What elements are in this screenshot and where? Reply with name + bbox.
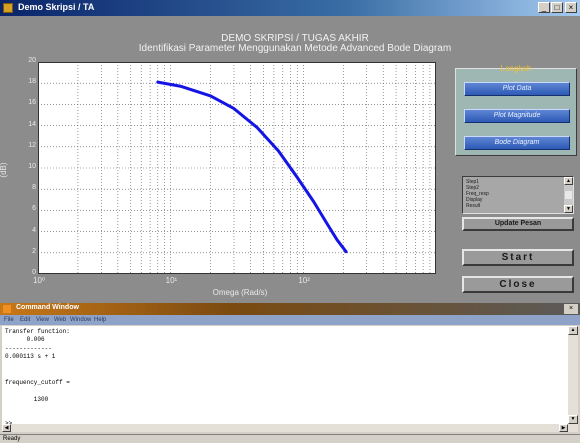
x-tick-label: 10² xyxy=(298,276,310,285)
matlab-figure-icon xyxy=(3,3,13,13)
tasks-panel-title: Langkah xyxy=(500,64,532,73)
close-window-button[interactable]: × xyxy=(565,2,577,13)
x-axis-label: Omega (Rad/s) xyxy=(212,288,268,297)
bode-plot-area[interactable] xyxy=(37,61,436,275)
maximize-button[interactable]: □ xyxy=(551,2,563,13)
steps-listbox[interactable]: Step1 Step2 Freq_resp Display Result ▲ ▼ xyxy=(462,176,574,214)
figure-window: Demo Skripsi / TA _ □ × DEMO SKRIPSI / T… xyxy=(0,0,580,303)
command-vscrollbar[interactable]: ▲ ▼ xyxy=(568,326,578,432)
command-close-button[interactable]: × xyxy=(564,304,578,314)
scroll-down-icon[interactable]: ▼ xyxy=(568,415,578,424)
command-line: ------------- xyxy=(5,345,52,352)
y-tick-label: 16 xyxy=(28,99,36,107)
y-tick-label: 14 xyxy=(28,120,36,128)
menu-file[interactable]: File xyxy=(4,315,14,325)
scroll-right-icon[interactable]: ▶ xyxy=(559,424,568,432)
minimize-button[interactable]: _ xyxy=(538,2,550,13)
scroll-down-icon[interactable]: ▼ xyxy=(564,205,573,213)
command-hscrollbar[interactable]: ◀ ▶ xyxy=(2,424,568,432)
command-window: Command Window × File Edit View Web Wind… xyxy=(0,303,580,443)
close-button[interactable]: Close xyxy=(462,276,574,293)
y-tick-label: 12 xyxy=(28,141,36,149)
y-axis-label: Magnitude (dB) xyxy=(0,162,8,178)
menu-window[interactable]: Window xyxy=(70,315,91,325)
x-tick-label: 10¹ xyxy=(165,276,178,285)
list-item[interactable]: Result xyxy=(466,203,480,209)
command-line: Transfer function: xyxy=(5,328,70,335)
update-message-button[interactable]: Update Pesan xyxy=(462,217,574,231)
matlab-icon xyxy=(3,305,11,313)
menu-view[interactable]: View xyxy=(36,315,49,325)
command-line: 0.000113 s + 1 xyxy=(5,353,56,360)
bode-diagram-button[interactable]: Bode Diagram xyxy=(464,136,570,150)
command-window-title: Command Window xyxy=(16,304,79,311)
menu-web[interactable]: Web xyxy=(54,315,66,325)
scroll-left-icon[interactable]: ◀ xyxy=(2,424,11,432)
y-tick-label: 20 xyxy=(28,57,36,64)
scroll-thumb[interactable] xyxy=(565,191,572,199)
x-tick-label: 10⁰ xyxy=(33,276,46,285)
menu-help[interactable]: Help xyxy=(94,315,106,325)
window-title: Demo Skripsi / TA xyxy=(18,2,95,12)
magnitude-curve xyxy=(156,80,348,254)
y-tick-label: 6 xyxy=(32,205,36,213)
bode-plot-svg xyxy=(37,61,436,275)
start-button[interactable]: Start xyxy=(462,249,574,266)
scroll-up-icon[interactable]: ▲ xyxy=(564,177,573,185)
scroll-up-icon[interactable]: ▲ xyxy=(568,326,578,335)
window-titlebar[interactable]: Demo Skripsi / TA _ □ × xyxy=(0,0,580,16)
command-line: 0.006 xyxy=(5,336,45,343)
command-output[interactable]: Transfer function: 0.006 ------------- 0… xyxy=(2,326,568,432)
y-tick-label: 4 xyxy=(32,226,36,234)
y-tick-label: 2 xyxy=(32,247,36,255)
plot-magnitude-button[interactable]: Plot Magnitude xyxy=(464,109,570,123)
plot-data-button[interactable]: Plot Data xyxy=(464,82,570,96)
y-tick-label: 18 xyxy=(28,78,36,86)
command-menubar: File Edit View Web Window Help xyxy=(0,315,580,325)
figure-title-line2: Identifikasi Parameter Menggunakan Metod… xyxy=(138,43,452,54)
tasks-panel: Langkah Plot Data Plot Magnitude Bode Di… xyxy=(455,64,577,156)
y-tick-label: 8 xyxy=(32,184,36,192)
command-line: frequency_cutoff = xyxy=(5,379,70,386)
y-tick-label: 0 xyxy=(32,269,36,276)
menu-edit[interactable]: Edit xyxy=(20,315,30,325)
listbox-scrollbar[interactable]: ▲ ▼ xyxy=(564,177,573,213)
command-line: 1300 xyxy=(5,396,49,403)
command-window-titlebar[interactable]: Command Window × xyxy=(0,303,580,315)
